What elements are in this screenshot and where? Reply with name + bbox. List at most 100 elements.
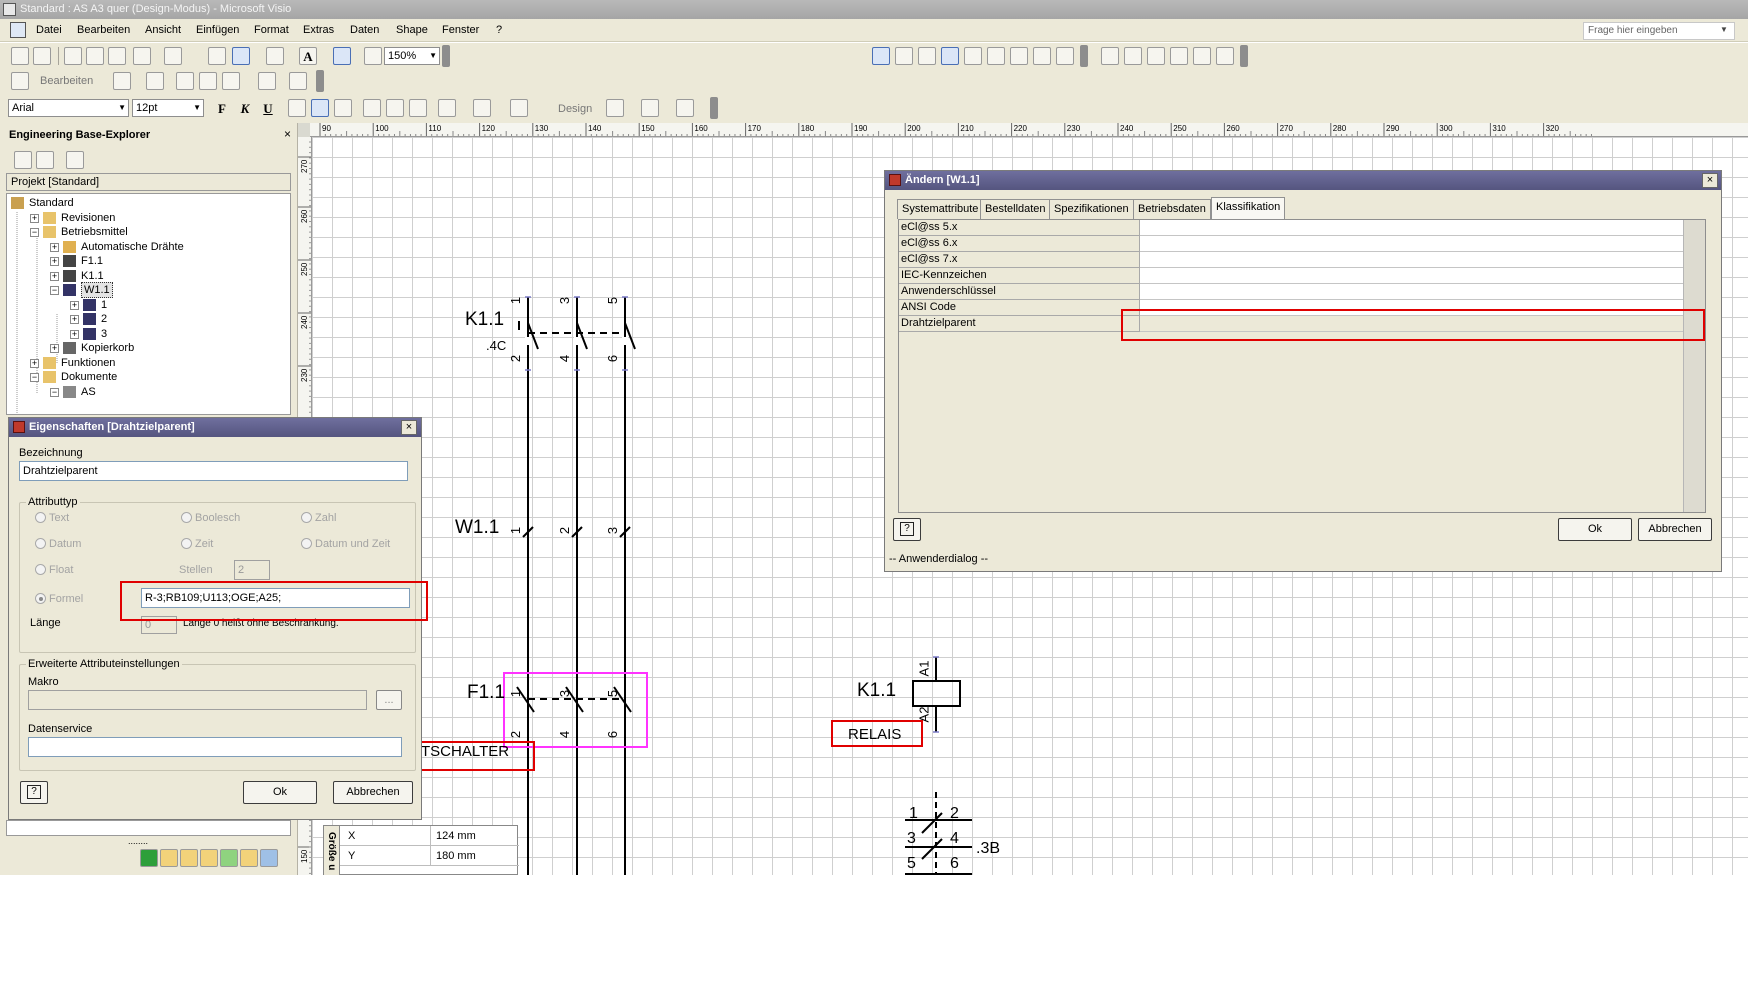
radio-formel[interactable] [35, 592, 49, 606]
expand-icon[interactable]: + [50, 271, 59, 281]
decrease-indent-icon[interactable] [386, 99, 404, 117]
bullets-icon[interactable] [363, 99, 381, 117]
brush-icon[interactable] [146, 72, 164, 90]
search-icon[interactable] [14, 151, 32, 169]
attr-value[interactable] [1140, 252, 1684, 268]
layers-icon[interactable] [1033, 47, 1051, 65]
tab-betriebsdaten[interactable]: Betriebsdaten [1133, 199, 1211, 219]
attr-value[interactable] [1140, 220, 1684, 236]
size-x-value[interactable]: 124 mm [436, 826, 476, 846]
underline-button[interactable]: U [259, 99, 277, 117]
change-dialog-titlebar[interactable]: Ändern [W1.1] × [885, 171, 1721, 190]
makro-browse-button[interactable]: ... [376, 690, 402, 710]
align-center-icon[interactable] [311, 99, 329, 117]
table-row[interactable]: IEC-Kennzeichen [899, 268, 1684, 284]
undo-icon[interactable] [164, 47, 182, 65]
research-icon[interactable] [108, 47, 126, 65]
save-icon[interactable] [11, 47, 29, 65]
menu-help[interactable]: ? [496, 24, 502, 36]
line-icon[interactable] [1147, 47, 1165, 65]
expand-icon[interactable]: + [50, 257, 59, 266]
connector-tool-icon[interactable] [266, 47, 284, 65]
table-row[interactable]: Anwenderschlüssel [899, 284, 1684, 300]
edit-doc-icon[interactable] [258, 72, 276, 90]
project-selector[interactable]: Projekt [Standard] [6, 173, 291, 191]
collapse-icon[interactable]: − [50, 286, 59, 295]
pencil-icon[interactable] [1216, 47, 1234, 65]
shapes-icon[interactable] [333, 47, 351, 65]
expand-icon[interactable]: + [30, 213, 39, 223]
line-jump-icon[interactable] [1056, 47, 1074, 65]
bold-button[interactable]: F [213, 99, 231, 117]
radio-float[interactable]: Float [35, 563, 73, 577]
table-scrollbar[interactable] [1683, 220, 1705, 512]
tab-systemattribute[interactable]: Systemattribute [897, 199, 984, 219]
menu-ansicht[interactable]: Ansicht [145, 24, 181, 36]
expand-icon[interactable]: + [30, 358, 39, 368]
attr-value[interactable] [1140, 236, 1684, 252]
menu-format[interactable]: Format [254, 24, 289, 36]
line-color-icon[interactable] [473, 99, 491, 117]
edit-button-label[interactable]: Bearbeiten [40, 75, 93, 87]
size-row-x[interactable]: X 124 mm [340, 826, 519, 846]
green-book-icon[interactable] [140, 849, 158, 867]
collapse-icon[interactable]: − [30, 373, 39, 382]
search-alt-icon[interactable] [36, 151, 54, 169]
expand-icon[interactable]: + [70, 329, 79, 339]
align-right-icon[interactable] [334, 99, 352, 117]
pointer-tool-icon[interactable] [232, 47, 250, 65]
radio-text[interactable]: Text [35, 511, 69, 525]
arc-icon[interactable] [1170, 47, 1188, 65]
zoom-combo[interactable]: 150% ▼ [384, 47, 440, 65]
table-row[interactable]: eCl@ss 5.x [899, 220, 1684, 236]
cancel-button[interactable]: Abbrechen [1638, 518, 1712, 541]
spelling-icon[interactable] [86, 47, 104, 65]
ok-button[interactable]: Ok [1558, 518, 1632, 541]
menu-extras[interactable]: Extras [303, 24, 334, 36]
tab-klassifikation[interactable]: Klassifikation [1211, 197, 1286, 219]
radio-boolesch[interactable]: Boolesch [181, 511, 240, 525]
collapse-icon[interactable]: − [30, 228, 39, 237]
toolbar-grip[interactable] [442, 45, 450, 67]
gear-icon[interactable] [176, 72, 194, 90]
folder-yellow-icon[interactable] [160, 849, 178, 867]
line-weight-icon[interactable] [606, 99, 624, 117]
gear-alt-icon[interactable] [199, 72, 217, 90]
attr-value[interactable] [1140, 268, 1684, 284]
align-left-icon[interactable] [288, 99, 306, 117]
menu-datei[interactable]: Datei [36, 24, 62, 36]
font-size-combo[interactable]: 12pt ▼ [132, 99, 204, 117]
help-button[interactable]: ? [893, 518, 921, 541]
folder-alt-icon[interactable] [240, 849, 258, 867]
properties-dialog-titlebar[interactable]: Eigenschaften [Drahtzielparent] × [9, 418, 421, 437]
open-folder-icon[interactable] [895, 47, 913, 65]
menu-daten[interactable]: Daten [350, 24, 379, 36]
stellen-stepper[interactable]: 2 [234, 560, 270, 580]
table-row[interactable]: eCl@ss 7.x [899, 252, 1684, 268]
document-icon[interactable] [10, 22, 26, 38]
ellipse-icon[interactable] [1124, 47, 1142, 65]
datenservice-field[interactable] [28, 737, 402, 757]
bezeichnung-field[interactable]: Drahtzielparent [19, 461, 408, 481]
green-arrow-icon[interactable] [220, 849, 238, 867]
menu-einfuegen[interactable]: Einfügen [196, 24, 239, 36]
attr-value[interactable] [1140, 284, 1684, 300]
folder-open-icon[interactable] [180, 849, 198, 867]
explorer-tree[interactable]: Standard + Revisionen − Betriebsmittel + Autom… [6, 193, 291, 415]
folder-blue-icon[interactable] [260, 849, 278, 867]
radio-zahl[interactable]: Zahl [301, 511, 336, 525]
expand-icon[interactable]: + [70, 315, 79, 324]
expand-icon[interactable]: + [70, 300, 79, 310]
collapse-icon[interactable]: − [50, 387, 59, 397]
grid-icon[interactable] [918, 47, 936, 65]
table-row[interactable]: eCl@ss 6.x [899, 236, 1684, 252]
menu-shape[interactable]: Shape [396, 24, 428, 36]
horizontal-ruler[interactable]: 90 100 110 120 130 140 150 160 170 180 190 200 210 22… [310, 123, 1748, 137]
format-painter-icon[interactable] [208, 47, 226, 65]
ok-button[interactable]: Ok [243, 781, 317, 804]
toolbar-grip[interactable] [710, 97, 718, 119]
radio-datum[interactable]: Datum [35, 537, 81, 551]
toolbar-grip[interactable] [1240, 45, 1248, 67]
tab-spezifikationen[interactable]: Spezifikationen [1049, 199, 1134, 219]
cut-icon[interactable] [133, 47, 151, 65]
